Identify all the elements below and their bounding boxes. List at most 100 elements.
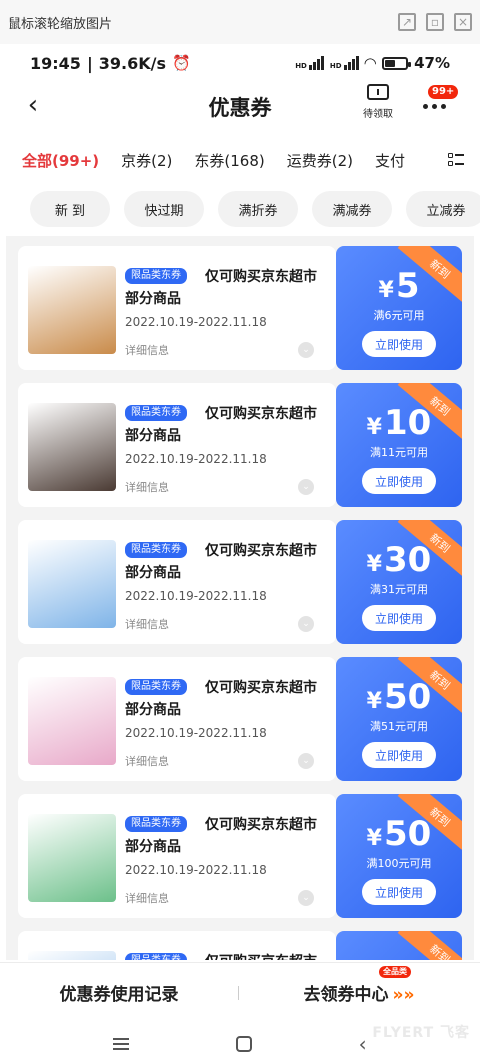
- coupon-validity-dates: 2022.10.19-2022.11.18: [125, 589, 267, 603]
- coupon-value-panel: 新到: [336, 931, 462, 960]
- coupon-value-panel: ¥5 满6元可用 立即使用 新到: [336, 246, 462, 370]
- coupon-history-link[interactable]: 优惠券使用记录: [0, 980, 238, 1005]
- coupon-details-link[interactable]: 详细信息: [125, 479, 169, 495]
- coupon-value-panel: ¥50 满51元可用 立即使用 新到: [336, 657, 462, 781]
- chevron-down-icon[interactable]: ⌄: [298, 342, 314, 358]
- status-bar: 19:45 | 39.6K/s ⏰ HD HD ◠ 47%: [0, 44, 480, 82]
- product-thumbnail: [28, 951, 116, 960]
- coupon-type-tag: 限品类东券: [125, 953, 187, 960]
- coupon-card[interactable]: 仅可购买京东超市部分商品 限品类东券 2022.10.19-2022.11.18…: [18, 657, 462, 781]
- chip-new[interactable]: 新 到: [30, 191, 110, 227]
- coupon-threshold: 满51元可用: [370, 720, 428, 733]
- dot-icon: [431, 103, 437, 109]
- product-thumbnail: [28, 403, 116, 491]
- coupon-info: 仅可购买京东超市部分商品 限品类东券 2022.10.19-2022.11.18…: [18, 246, 336, 370]
- alarm-icon: ⏰: [172, 54, 191, 72]
- battery-percent: 47%: [414, 54, 450, 72]
- status-time: 19:45: [30, 53, 81, 73]
- use-now-button[interactable]: 立即使用: [362, 742, 436, 768]
- coupon-card[interactable]: 仅可购买京东超市部分商品 限品类东券 2022.10.19-2022.11.18…: [18, 520, 462, 644]
- chevron-left-icon[interactable]: ‹: [18, 90, 48, 120]
- filter-icon: [448, 153, 464, 167]
- chevron-down-icon[interactable]: ⌄: [298, 890, 314, 906]
- chip-discount[interactable]: 满折券: [218, 191, 298, 227]
- signal-hd-label-2: HD: [329, 62, 342, 70]
- coupon-type-tag: 限品类东券: [125, 405, 187, 421]
- coupon-details-link[interactable]: 详细信息: [125, 342, 169, 358]
- tab-dong-coupon[interactable]: 东券(168): [194, 150, 264, 171]
- coupon-validity-dates: 2022.10.19-2022.11.18: [125, 726, 267, 740]
- coupon-amount-value: 5: [395, 266, 420, 306]
- status-separator: |: [86, 53, 93, 73]
- coupon-validity-dates: 2022.10.19-2022.11.18: [125, 863, 267, 877]
- use-now-button[interactable]: 立即使用: [362, 468, 436, 494]
- chip-expiring[interactable]: 快过期: [124, 191, 204, 227]
- coupon-threshold: 满6元可用: [373, 309, 425, 322]
- use-now-button[interactable]: 立即使用: [362, 331, 436, 357]
- coupon-threshold: 满11元可用: [370, 446, 428, 459]
- network-speed: 39.6K/s: [98, 53, 167, 73]
- viewer-controls: ↗ ▫ ×: [398, 13, 472, 31]
- coupon-center-link[interactable]: 去领券中心»» 全品类: [239, 966, 479, 1005]
- back-arrow-icon[interactable]: ‹: [359, 1034, 367, 1054]
- product-thumbnail: [28, 540, 116, 628]
- viewer-title: 鼠标滚轮缩放图片: [8, 16, 113, 32]
- filter-chips: 新 到 快过期 满折券 满减券 立减券: [0, 191, 480, 229]
- ticket-icon: [367, 84, 389, 100]
- coupon-info: 仅可购买京东超市部分商品 限品类东券: [18, 931, 336, 960]
- chevron-down-icon[interactable]: ⌄: [298, 616, 314, 632]
- tab-shipping-coupon[interactable]: 运费券(2): [287, 150, 353, 171]
- watermark: FLYERT 飞客: [372, 1025, 470, 1041]
- chip-instant-reduction[interactable]: 立减券: [406, 191, 480, 227]
- signal-icon-2: HD: [330, 56, 359, 70]
- coupon-threshold: 满31元可用: [370, 583, 428, 596]
- dot-icon: [422, 103, 428, 109]
- coupon-info: 仅可购买京东超市部分商品 限品类东券 2022.10.19-2022.11.18…: [18, 794, 336, 918]
- use-now-button[interactable]: 立即使用: [362, 879, 436, 905]
- coupon-card[interactable]: 仅可购买京东超市部分商品 限品类东券 2022.10.19-2022.11.18…: [18, 383, 462, 507]
- pending-coupons-button[interactable]: 待领取: [360, 84, 396, 126]
- restore-window-icon[interactable]: ▫: [426, 13, 444, 31]
- chevron-down-icon[interactable]: ⌄: [298, 753, 314, 769]
- coupon-type-tag: 限品类东券: [125, 816, 187, 832]
- coupon-amount-value: 50: [383, 677, 432, 717]
- coupon-amount-value: 10: [383, 403, 432, 443]
- coupon-type-tag: 限品类东券: [125, 679, 187, 695]
- tab-jd-coupon[interactable]: 京券(2): [121, 150, 172, 171]
- tab-all[interactable]: 全部(99+): [22, 150, 99, 171]
- close-window-icon[interactable]: ×: [454, 13, 472, 31]
- tab-payment[interactable]: 支付: [375, 150, 405, 171]
- coupon-details-link[interactable]: 详细信息: [125, 890, 169, 906]
- coupon-list: 仅可购买京东超市部分商品 限品类东券 2022.10.19-2022.11.18…: [6, 236, 474, 960]
- coupon-threshold: 满100元可用: [366, 857, 432, 870]
- coupon-info: 仅可购买京东超市部分商品 限品类东券 2022.10.19-2022.11.18…: [18, 520, 336, 644]
- coupon-center-label: 去领券中心: [303, 985, 389, 1005]
- open-external-icon[interactable]: ↗: [398, 13, 416, 31]
- filter-button[interactable]: [432, 140, 480, 180]
- signal-hd-label: HD: [295, 62, 307, 70]
- page-title: 优惠券: [208, 96, 272, 120]
- pending-label: 待领取: [363, 109, 393, 120]
- coupon-validity-dates: 2022.10.19-2022.11.18: [125, 315, 267, 329]
- bottom-action-bar: 优惠券使用记录 去领券中心»» 全品类: [0, 962, 480, 1022]
- chevron-down-icon[interactable]: ⌄: [298, 479, 314, 495]
- product-thumbnail: [28, 266, 116, 354]
- menu-icon[interactable]: [113, 1038, 130, 1050]
- coupon-card[interactable]: 仅可购买京东超市部分商品 限品类东券 新到: [18, 931, 462, 960]
- coupon-card[interactable]: 仅可购买京东超市部分商品 限品类东券 2022.10.19-2022.11.18…: [18, 794, 462, 918]
- home-icon[interactable]: [235, 1036, 252, 1052]
- coupon-details-link[interactable]: 详细信息: [125, 616, 169, 632]
- dot-icon: [440, 103, 446, 109]
- coupon-details-link[interactable]: 详细信息: [125, 753, 169, 769]
- currency-symbol: ¥: [366, 689, 382, 714]
- category-tabs: 全部(99+) 京券(2) 东券(168) 运费券(2) 支付: [0, 140, 480, 180]
- chip-full-reduction[interactable]: 满减券: [312, 191, 392, 227]
- product-thumbnail: [28, 677, 116, 765]
- status-left: 19:45 | 39.6K/s ⏰: [30, 54, 191, 73]
- currency-symbol: ¥: [366, 415, 382, 440]
- coupon-card[interactable]: 仅可购买京东超市部分商品 限品类东券 2022.10.19-2022.11.18…: [18, 246, 462, 370]
- coupon-info: 仅可购买京东超市部分商品 限品类东券 2022.10.19-2022.11.18…: [18, 657, 336, 781]
- coupon-value-panel: ¥30 满31元可用 立即使用 新到: [336, 520, 462, 644]
- coupon-type-tag: 限品类东券: [125, 268, 187, 284]
- use-now-button[interactable]: 立即使用: [362, 605, 436, 631]
